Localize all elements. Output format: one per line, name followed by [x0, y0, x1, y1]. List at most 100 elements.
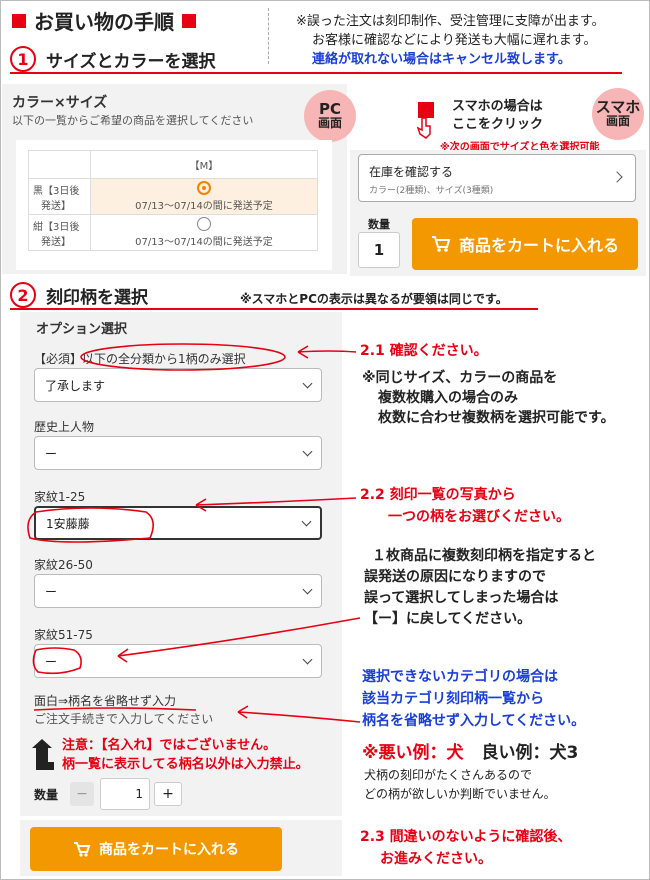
up-arrow-icon — [32, 739, 54, 770]
bad-example: ※悪い例：犬 — [362, 743, 464, 763]
row-label-line: 発送】 — [41, 236, 71, 248]
stock-subtitle: カラー(2種類)、サイズ(3種類) — [369, 186, 494, 196]
note-line: ※同じサイズ、カラーの商品を — [362, 370, 558, 386]
table-column-header: 【M】 — [90, 150, 318, 179]
warning-line: 連絡が取れない場合はキャンセル致します。 — [312, 52, 571, 67]
chevron-down-icon — [301, 516, 312, 526]
sp-hint: スマホの場合は ここをクリック — [452, 98, 543, 134]
note-line: 枚数に合わせ複数柄を選択可能です。 — [378, 410, 615, 426]
kamon3-select[interactable]: ー — [34, 644, 322, 678]
sp-hint-line: スマホの場合は — [452, 99, 543, 114]
page-title: お買い物の手順 — [12, 6, 196, 35]
kamon3-label: 家紋51-75 — [34, 628, 93, 642]
options-heading: オプション選択 — [36, 322, 128, 337]
history-label: 歴史上人物 — [34, 420, 95, 434]
select-value: ー — [45, 446, 58, 461]
chevron-right-icon — [611, 171, 623, 183]
note-line: 犬柄の刻印がたくさんあるので — [364, 768, 533, 782]
row-label-line: 紺【3日後 — [33, 221, 80, 233]
kamon1-label: 家紋1-25 — [34, 490, 86, 504]
page-title-text: お買い物の手順 — [34, 10, 174, 34]
note-line: 誤って選択してしまった場合は — [364, 590, 559, 606]
select-value: ー — [45, 584, 58, 599]
note-line: 柄名を省略せず入力してください。 — [362, 713, 586, 729]
table-row: 紺【3日後 発送】 07/13〜07/14の間に発送予定 — [28, 214, 318, 251]
warning-text: ※誤った注文は刻印制作、受注管理に支障が出ます。 お客様に確認などにより発送も大… — [296, 12, 646, 69]
qty-minus-button[interactable]: − — [70, 782, 94, 806]
stock-check-button[interactable]: 在庫を確認する カラー(2種類)、サイズ(3種類) — [358, 154, 636, 202]
note-line: 選択できないカテゴリの場合は — [362, 669, 558, 685]
caution-line: 柄一覧に表示してる柄名以外は入力禁止。 — [62, 757, 309, 772]
qty-label: 数量 — [34, 788, 59, 802]
step-number: 2 — [10, 282, 36, 308]
cart-icon — [431, 236, 451, 252]
kamon1-select[interactable]: 1安藤藤 — [34, 506, 322, 540]
size-option-cell[interactable]: 07/13〜07/14の間に発送予定 — [90, 214, 318, 251]
sp-screen-badge: スマホ 画面 — [592, 88, 644, 140]
example-line: ※悪い例：犬 良い例：犬3 — [362, 738, 578, 763]
note-line: お進みください。 — [380, 851, 492, 867]
size-table-card: 【M】 黒【3日後 発送】 07/13〜07/14の間に発送予定 紺【3日後 発… — [16, 140, 332, 270]
required-prefix: 【必須】 — [34, 352, 83, 366]
caution-line: 注意：【名入れ】ではございません。 — [62, 738, 277, 753]
row-label-line: 黒【3日後 — [33, 185, 80, 197]
dog-note: 犬柄の刻印がたくさんあるので どの柄が欲しいか判断でいません。 — [364, 766, 556, 804]
step-label: 刻印柄を選択 — [46, 287, 148, 308]
warning-line: お客様に確認などにより発送も大幅に遅れます。 — [312, 33, 597, 48]
sp-qty-label: 数量 — [368, 218, 390, 231]
annotation-2-1: 2.1 確認ください。 — [360, 343, 488, 359]
category-note: 選択できないカテゴリの場合は 該当カテゴリ刻印柄一覧から 柄名を省略せず入力して… — [362, 666, 585, 732]
badge-text: スマホ — [595, 98, 641, 116]
chevron-down-icon — [302, 378, 313, 388]
red-square-icon — [182, 13, 196, 28]
qty-plus-button[interactable]: + — [154, 782, 182, 806]
note-line: 2.2 刻印一覧の写真から — [360, 487, 516, 503]
note-line: 【ー】に戻してください。 — [364, 611, 532, 627]
required-label: 【必須】以下の全分類から1柄のみ選択 — [34, 350, 246, 367]
size-option-cell[interactable]: 07/13〜07/14の間に発送予定 — [90, 178, 318, 215]
free-text-hint: ご注文手続きで入力してください — [34, 712, 214, 726]
step-number: 1 — [10, 46, 36, 72]
step-label: サイズとカラーを選択 — [46, 51, 216, 72]
annotation-2-3: 2.3 間違いのないように確認後、 お進みください。 — [360, 826, 571, 870]
free-text-label: 面白⇒柄名を省略せず入力 — [34, 694, 177, 708]
select-value: 了承します — [45, 378, 106, 393]
step1-underline — [10, 72, 622, 74]
radio-unselected-icon[interactable] — [197, 217, 211, 231]
radio-selected-icon[interactable] — [197, 181, 211, 195]
required-text: 以下の全分類から1柄のみ選択 — [82, 352, 246, 366]
required-select[interactable]: 了承します — [34, 368, 322, 402]
table-corner — [28, 150, 91, 179]
step2-heading: 2 刻印柄を選択 — [10, 282, 148, 308]
multi-pattern-note: １枚商品に複数刻印柄を指定すると 誤発送の原因になりますので 誤って選択してしま… — [364, 546, 596, 630]
kamon2-select[interactable]: ー — [34, 574, 322, 608]
cart-label: 商品をカートに入れる — [458, 236, 619, 255]
kamon2-label: 家紋26-50 — [34, 558, 93, 572]
add-to-cart-button[interactable]: 商品をカートに入れる — [30, 827, 282, 871]
red-square-icon — [12, 13, 26, 28]
step2-underline — [10, 308, 538, 310]
sp-add-to-cart-button[interactable]: 商品をカートに入れる — [412, 218, 638, 270]
chevron-down-icon — [302, 584, 313, 594]
row-label-line: 発送】 — [41, 200, 71, 212]
stock-title: 在庫を確認する — [369, 165, 454, 179]
note-line: 2.3 間違いのないように確認後、 — [360, 829, 572, 845]
sp-hint-line: ここをクリック — [452, 117, 544, 132]
qty-input[interactable]: 1 — [100, 778, 150, 810]
sp-qty-input[interactable]: 1 — [358, 232, 400, 268]
chevron-down-icon — [302, 446, 313, 456]
hand-pointer-icon — [416, 117, 431, 139]
ship-note: 07/13〜07/14の間に発送予定 — [135, 201, 273, 212]
badge-text: 画面 — [317, 116, 342, 130]
note-line: 該当カテゴリ刻印柄一覧から — [362, 691, 544, 707]
pc-screen-badge: PC 画面 — [304, 90, 356, 142]
table-row: 黒【3日後 発送】 07/13〜07/14の間に発送予定 — [28, 178, 318, 215]
cart-label: 商品をカートに入れる — [99, 842, 239, 858]
chevron-down-icon — [302, 654, 313, 664]
select-value: ー — [45, 654, 58, 669]
badge-text: PC — [318, 100, 341, 118]
history-select[interactable]: ー — [34, 436, 322, 470]
note-line: 誤発送の原因になりますので — [364, 569, 546, 585]
select-value: 1安藤藤 — [46, 516, 90, 531]
step2-note: ※スマホとPCの表示は異なるが要領は同じです。 — [240, 292, 508, 306]
